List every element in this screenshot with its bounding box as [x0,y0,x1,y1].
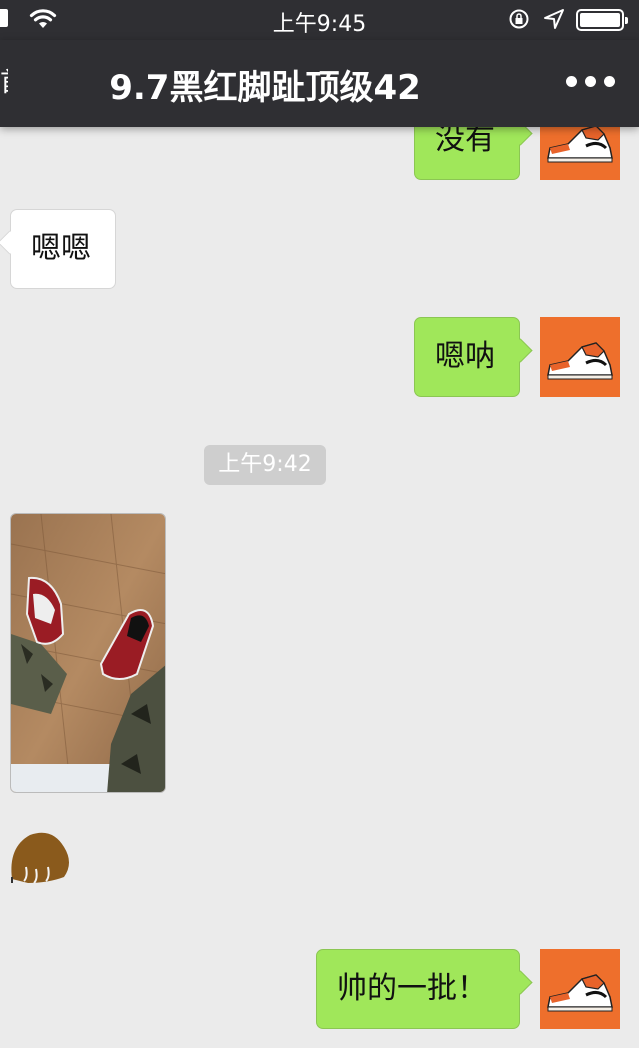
sneaker-avatar-icon [547,127,613,163]
status-bar: 上午9:45 [0,0,639,40]
more-dots-icon[interactable] [566,76,616,88]
photo-shoes-icon [11,514,165,792]
message-text: 帅的一批！ [337,971,487,1006]
message-text: 嗯嗯 [31,231,91,266]
image-message[interactable] [10,513,166,793]
avatar-self[interactable] [540,127,620,180]
message-text: 没有 [435,127,495,157]
avatar-self[interactable] [540,949,620,1029]
sticker-message[interactable] [8,827,74,885]
chat-title: 9.7黑红脚趾顶级42 [109,68,421,108]
message-timestamp: 上午9:42 [204,445,326,485]
chat-header: 首 9.7黑红脚趾顶级42 [0,40,639,127]
message-outgoing[interactable]: 帅的一批！ [316,949,520,1029]
sneaker-avatar-icon [547,342,613,380]
battery-icon [576,9,628,31]
message-text: 嗯呐 [435,339,495,374]
avatar-self[interactable] [540,317,620,397]
message-outgoing[interactable]: 没有 [414,127,520,180]
location-arrow-icon [544,9,564,29]
message-incoming[interactable]: 嗯嗯 [10,209,116,289]
rotation-lock-icon [509,9,529,29]
message-outgoing[interactable]: 嗯呐 [414,317,520,397]
sticker-icon [11,832,70,884]
back-button[interactable]: 首 [0,62,8,99]
chat-area[interactable]: 没有 嗯嗯 嗯呐 上午9:42 帅的一批！ [0,127,639,1048]
sneaker-avatar-icon [547,974,613,1012]
